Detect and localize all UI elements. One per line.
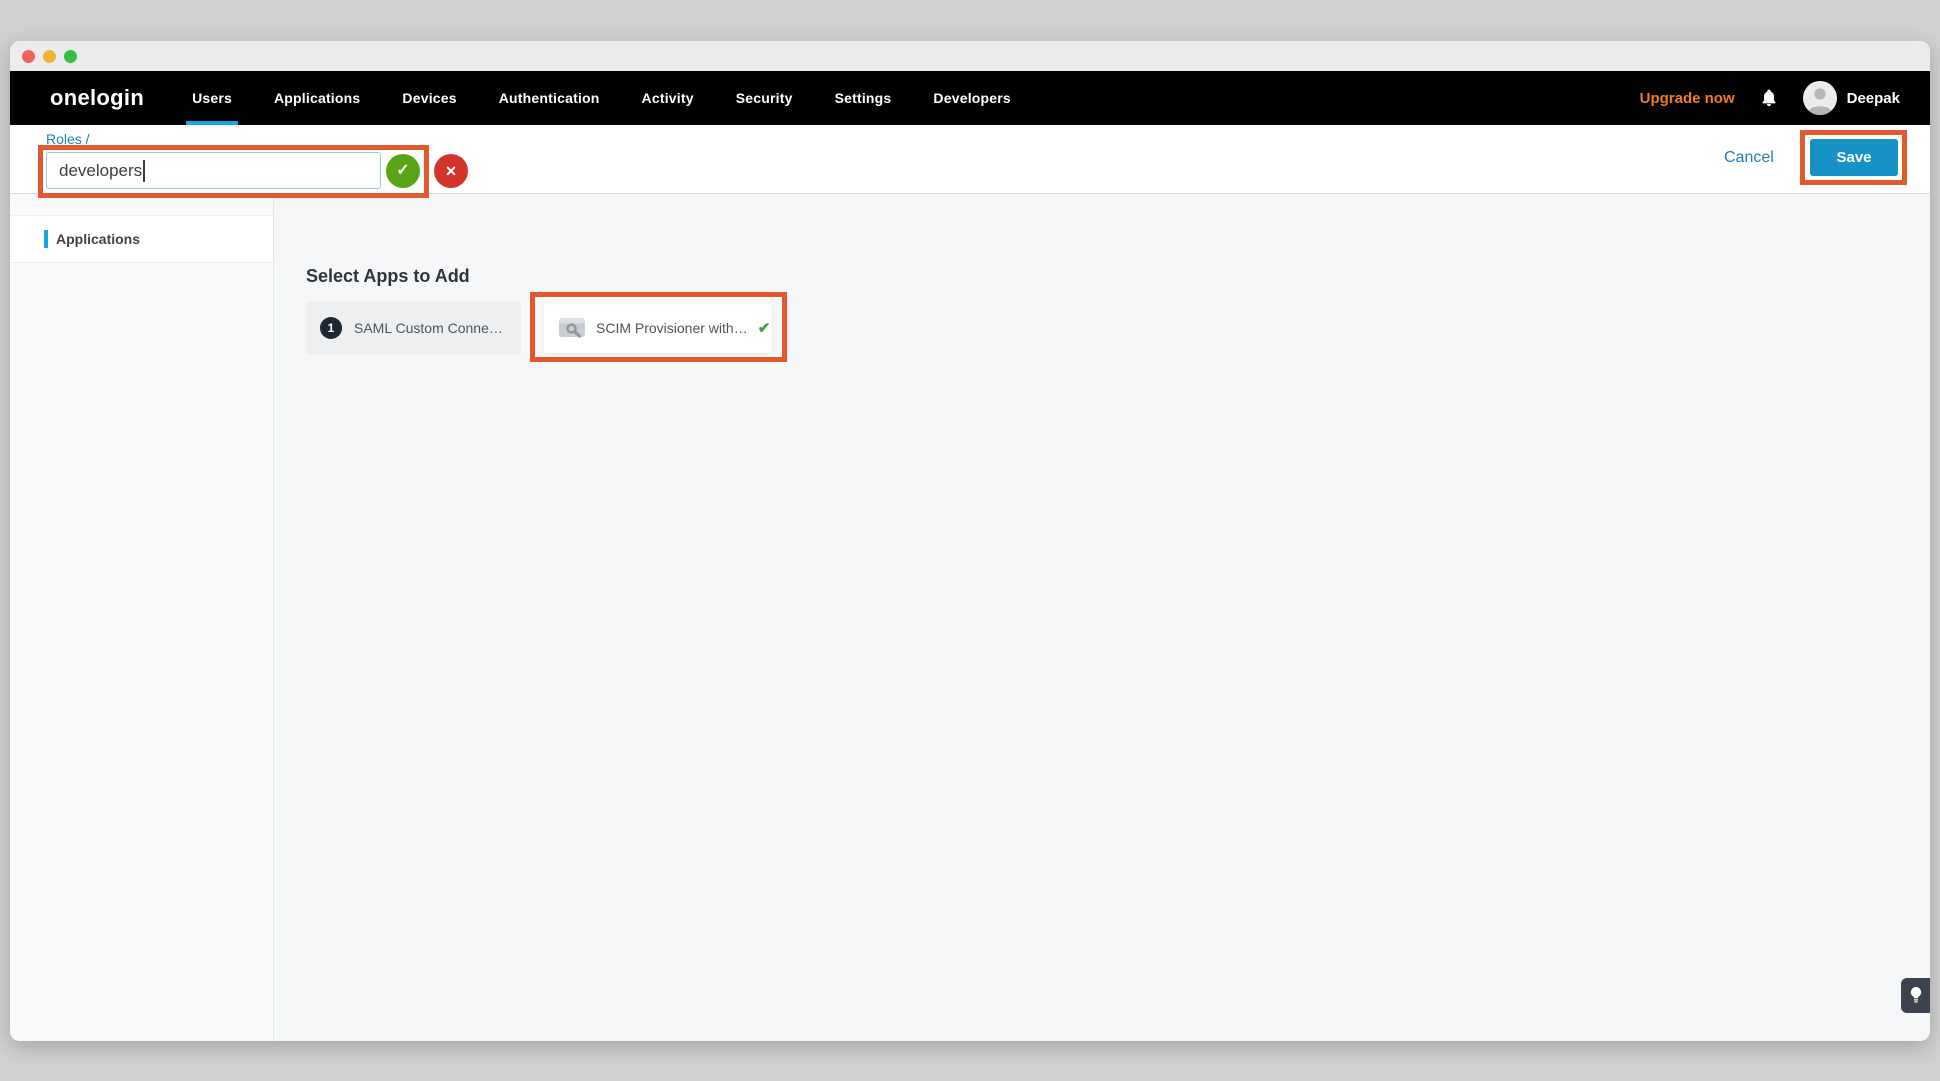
- scim-provisioner-app-icon: [558, 317, 586, 339]
- main-content: Select Apps to Add 1 SAML Custom Conne…: [274, 195, 1930, 1041]
- role-name-value: developers: [59, 161, 142, 181]
- browser-window: onelogin Users Applications Devices Auth…: [10, 41, 1930, 1041]
- sidebar-item-applications[interactable]: Applications: [10, 215, 273, 263]
- nav-item-activity[interactable]: Activity: [642, 71, 694, 125]
- cancel-rename-button[interactable]: ✕: [434, 154, 468, 188]
- nav-item-label: Security: [736, 90, 793, 106]
- onelogin-logo[interactable]: onelogin: [50, 85, 144, 111]
- nav-item-users[interactable]: Users: [192, 71, 232, 125]
- app-card-list: 1 SAML Custom Conne… SCIM Prov: [306, 302, 1930, 354]
- window-titlebar: [10, 41, 1930, 71]
- app-card-scim-provisioner[interactable]: SCIM Provisioner with… ✔: [544, 304, 772, 353]
- page-header: Roles / developers ✓ ✕ Cancel Save: [10, 125, 1930, 194]
- close-window-button[interactable]: [22, 50, 35, 63]
- user-menu[interactable]: Deepak: [1803, 81, 1900, 115]
- save-button[interactable]: Save: [1810, 139, 1898, 176]
- role-name-input[interactable]: developers: [46, 152, 381, 189]
- nav-item-label: Authentication: [499, 90, 600, 106]
- help-lightbulb-tab[interactable]: [1901, 978, 1930, 1013]
- nav-item-authentication[interactable]: Authentication: [499, 71, 600, 125]
- page-body: Applications Select Apps to Add 1 SAML C…: [10, 195, 1930, 1041]
- nav-item-label: Developers: [933, 90, 1010, 106]
- confirm-rename-button[interactable]: ✓: [386, 154, 420, 188]
- section-heading: Select Apps to Add: [306, 266, 1930, 287]
- nav-item-label: Activity: [642, 90, 694, 106]
- notifications-bell-icon[interactable]: [1759, 88, 1779, 108]
- text-cursor: [143, 160, 145, 182]
- sidebar-item-label: Applications: [56, 231, 140, 247]
- minimize-window-button[interactable]: [43, 50, 56, 63]
- app-card-label: SAML Custom Conne…: [354, 320, 503, 336]
- zoom-window-button[interactable]: [64, 50, 77, 63]
- cancel-button[interactable]: Cancel: [1724, 149, 1774, 167]
- x-icon: ✕: [445, 164, 457, 178]
- breadcrumb-roles-link[interactable]: Roles /: [46, 131, 90, 147]
- nav-item-label: Users: [192, 90, 232, 106]
- desktop-background: onelogin Users Applications Devices Auth…: [0, 0, 1940, 1081]
- user-name: Deepak: [1847, 90, 1900, 107]
- nav-item-label: Applications: [274, 90, 360, 106]
- nav-item-applications[interactable]: Applications: [274, 71, 360, 125]
- nav-item-devices[interactable]: Devices: [402, 71, 456, 125]
- app-card-label: SCIM Provisioner with…: [596, 320, 748, 336]
- sidebar: Applications: [10, 195, 274, 1041]
- lightbulb-icon: [1910, 987, 1922, 1004]
- nav-item-label: Settings: [835, 90, 892, 106]
- nav-item-label: Devices: [402, 90, 456, 106]
- app-card-saml-custom-connector[interactable]: 1 SAML Custom Conne…: [306, 302, 521, 354]
- selected-check-icon: ✔: [758, 319, 771, 337]
- navbar-right-section: Upgrade now Deepak: [1640, 81, 1900, 115]
- nav-item-security[interactable]: Security: [736, 71, 793, 125]
- user-avatar: [1803, 81, 1837, 115]
- nav-item-developers[interactable]: Developers: [933, 71, 1010, 125]
- top-navbar: onelogin Users Applications Devices Auth…: [10, 71, 1930, 125]
- app-rank-badge: 1: [320, 317, 342, 339]
- check-icon: ✓: [396, 163, 409, 179]
- nav-item-settings[interactable]: Settings: [835, 71, 892, 125]
- active-item-accent-bar: [44, 230, 48, 248]
- upgrade-now-link[interactable]: Upgrade now: [1640, 90, 1735, 107]
- primary-nav: Users Applications Devices Authenticatio…: [192, 71, 1011, 125]
